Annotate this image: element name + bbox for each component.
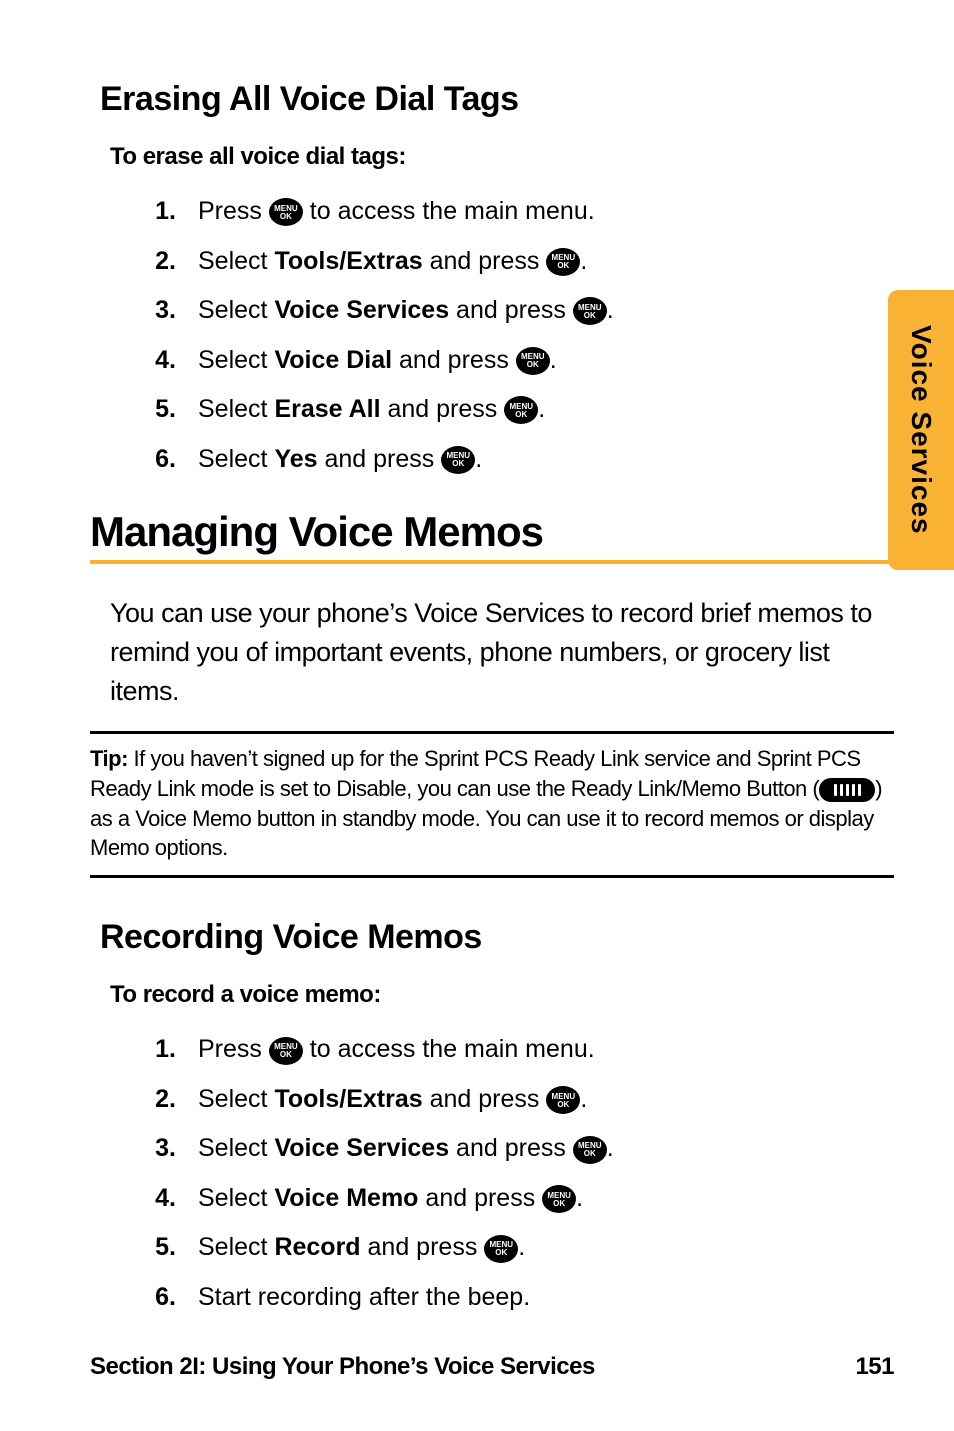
tip-label: Tip:	[90, 746, 128, 771]
step-text: Start recording after the beep.	[198, 1279, 894, 1317]
heading-erasing: Erasing All Voice Dial Tags	[100, 80, 894, 119]
step-bold: Voice Dial	[274, 346, 392, 374]
step-number: 1.	[140, 193, 176, 231]
menu-ok-icon	[484, 1235, 518, 1263]
menu-ok-icon	[546, 248, 580, 276]
menu-ok-icon	[546, 1086, 580, 1114]
menu-ok-icon	[441, 446, 475, 474]
list-item: 2. Select Tools/Extras and press .	[140, 1081, 894, 1119]
orange-rule	[90, 560, 894, 564]
tip-text-before: If you haven’t signed up for the Sprint …	[90, 746, 861, 801]
list-item: 3. Select Voice Services and press .	[140, 292, 894, 330]
step-number: 5.	[140, 391, 176, 429]
step-bold: Voice Memo	[274, 1184, 418, 1212]
heading-recording: Recording Voice Memos	[100, 918, 894, 957]
page: Voice Services Erasing All Voice Dial Ta…	[0, 0, 954, 1431]
step-number: 4.	[140, 1180, 176, 1218]
step-number: 6.	[140, 1279, 176, 1317]
step-number: 6.	[140, 441, 176, 479]
menu-ok-icon	[269, 1037, 303, 1065]
lead-erase: To erase all voice dial tags:	[110, 143, 894, 171]
step-text: Select Voice Dial and press .	[198, 342, 894, 380]
step-number: 2.	[140, 1081, 176, 1119]
step-bold: Yes	[274, 445, 317, 473]
menu-ok-icon	[504, 396, 538, 424]
step-text: Select Tools/Extras and press .	[198, 243, 894, 281]
side-tab: Voice Services	[888, 290, 954, 570]
list-item: 4. Select Voice Memo and press .	[140, 1180, 894, 1218]
footer-page-number: 151	[855, 1353, 894, 1381]
list-item: 5. Select Erase All and press .	[140, 391, 894, 429]
step-bold: Erase All	[274, 395, 380, 423]
step-number: 2.	[140, 243, 176, 281]
list-item: 6. Select Yes and press .	[140, 441, 894, 479]
side-tab-label: Voice Services	[905, 325, 937, 535]
step-text: Select Tools/Extras and press .	[198, 1081, 894, 1119]
step-number: 4.	[140, 342, 176, 380]
ready-link-button-icon	[819, 778, 875, 802]
list-item: 6. Start recording after the beep.	[140, 1279, 894, 1317]
step-bold: Tools/Extras	[274, 1085, 422, 1113]
page-footer: Section 2I: Using Your Phone’s Voice Ser…	[90, 1353, 894, 1381]
step-text: Select Record and press .	[198, 1229, 894, 1267]
menu-ok-icon	[269, 198, 303, 226]
step-text: Press to access the main menu.	[198, 1031, 894, 1069]
list-item: 4. Select Voice Dial and press .	[140, 342, 894, 380]
list-item: 3. Select Voice Services and press .	[140, 1130, 894, 1168]
step-bold: Tools/Extras	[274, 247, 422, 275]
steps-record: 1. Press to access the main menu. 2. Select…	[140, 1031, 894, 1316]
step-text: Select Voice Memo and press .	[198, 1180, 894, 1218]
step-text: Press to access the main menu.	[198, 193, 894, 231]
step-text: Select Voice Services and press .	[198, 1130, 894, 1168]
body-paragraph: You can use your phone’s Voice Services …	[110, 594, 894, 711]
lead-record: To record a voice memo:	[110, 981, 894, 1009]
step-text: Select Voice Services and press .	[198, 292, 894, 330]
step-number: 3.	[140, 292, 176, 330]
list-item: 1. Press to access the main menu.	[140, 1031, 894, 1069]
list-item: 2. Select Tools/Extras and press .	[140, 243, 894, 281]
step-number: 3.	[140, 1130, 176, 1168]
menu-ok-icon	[573, 297, 607, 325]
steps-erase: 1. Press to access the main menu. 2. Select…	[140, 193, 894, 478]
list-item: 1. Press to access the main menu.	[140, 193, 894, 231]
step-bold: Voice Services	[274, 296, 449, 324]
footer-section: Section 2I: Using Your Phone’s Voice Ser…	[90, 1353, 595, 1381]
tip-block: Tip: If you haven’t signed up for the Sp…	[90, 731, 894, 878]
heading-managing: Managing Voice Memos	[90, 508, 894, 556]
step-bold: Voice Services	[274, 1134, 449, 1162]
list-item: 5. Select Record and press .	[140, 1229, 894, 1267]
step-number: 1.	[140, 1031, 176, 1069]
menu-ok-icon	[542, 1185, 576, 1213]
step-number: 5.	[140, 1229, 176, 1267]
step-bold: Record	[274, 1233, 360, 1261]
step-text: Select Erase All and press .	[198, 391, 894, 429]
step-text: Select Yes and press .	[198, 441, 894, 479]
menu-ok-icon	[516, 347, 550, 375]
menu-ok-icon	[573, 1136, 607, 1164]
